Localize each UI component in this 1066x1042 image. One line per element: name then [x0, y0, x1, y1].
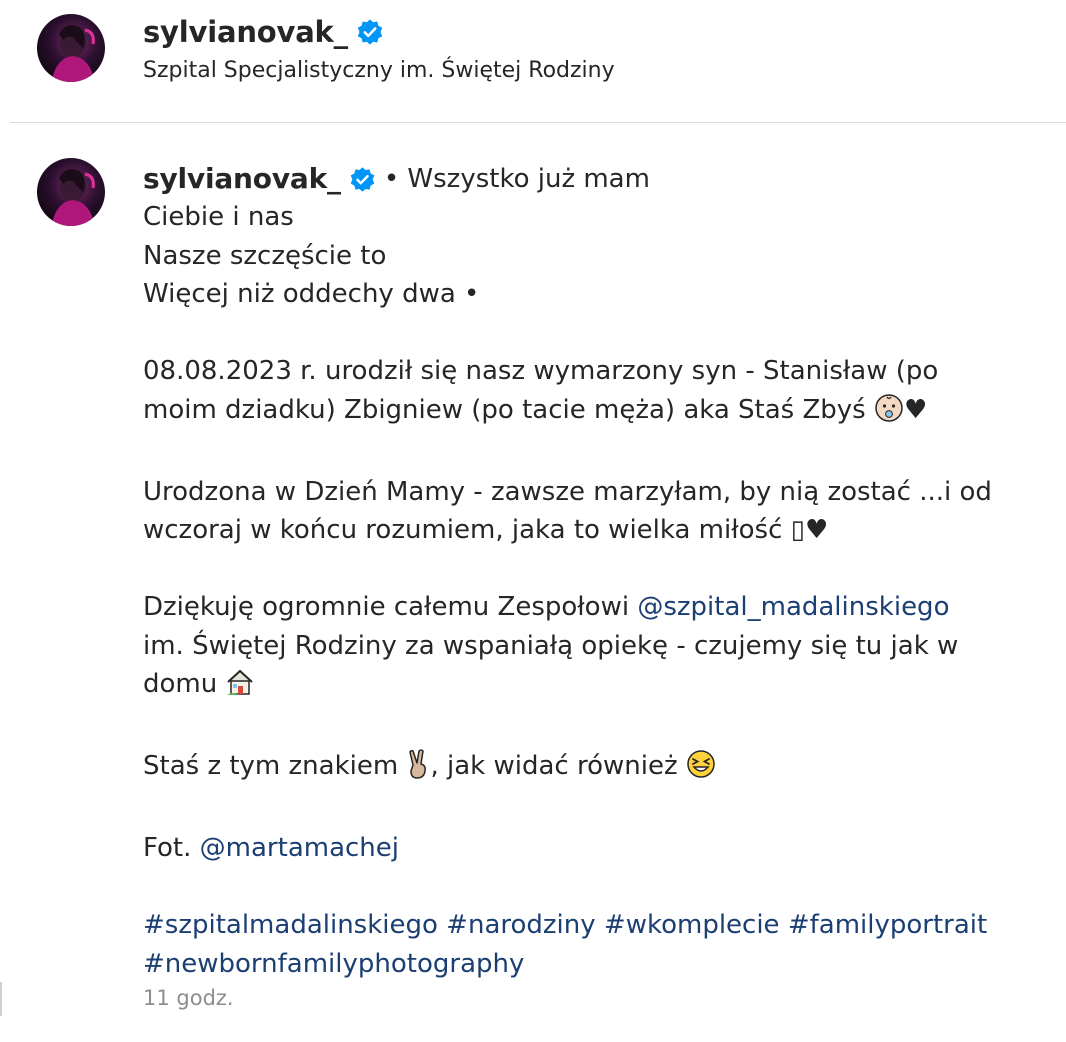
caption-text: sylvianovak_ • Wszystko już mam Ciebie i… — [143, 160, 1033, 983]
header-username[interactable]: sylvianovak_ — [143, 15, 348, 49]
caption-first-line: sylvianovak_ • Wszystko już mam — [143, 160, 1033, 198]
caption-text-segment: Staś z tym znakiem — [143, 751, 399, 781]
scroll-edge — [0, 982, 2, 1016]
caption-text-segment: , jak widać również — [430, 751, 678, 781]
post-header: sylvianovak_ Szpital Specjalistyczny im.… — [0, 0, 1066, 122]
caption-line-wrap: Fot. @martamachej — [143, 829, 1033, 868]
caption-line: im. Świętej Rodziny za wspaniałą opiekę … — [143, 630, 959, 661]
verified-badge-icon — [356, 18, 384, 46]
caption-line: Nasze szczęście to — [143, 240, 387, 271]
grinning-squinting-emoji-icon — [686, 749, 716, 791]
baby-emoji-icon — [874, 393, 904, 435]
timestamp[interactable]: 11 godz. — [143, 986, 234, 1010]
house-emoji-icon — [225, 667, 255, 709]
mention-link-martamachej[interactable]: @martamachej — [200, 833, 399, 863]
location-link[interactable]: Szpital Specjalistyczny im. Świętej Rodz… — [143, 58, 615, 83]
caption-line-wrap: Staś z tym znakiem , jak widać również — [143, 747, 1033, 791]
mention-link-szpital[interactable]: @szpital_madalinskiego — [637, 592, 949, 622]
caption-text-segment: domu — [143, 669, 218, 699]
caption-line: Urodzona w Dzień Mamy - zawsze marzyłam,… — [143, 476, 992, 507]
caption-text-segment: Fot. — [143, 833, 200, 863]
caption-line-wrap: Dziękuję ogromnie całemu Zespołowi @szpi… — [143, 588, 1033, 627]
divider — [10, 122, 1066, 123]
header-username-row: sylvianovak_ — [143, 12, 384, 52]
verified-badge-icon — [349, 166, 376, 193]
avatar[interactable] — [37, 158, 105, 226]
comment-username[interactable]: sylvianovak_ — [143, 160, 341, 199]
caption-line: 08.08.2023 r. urodził się nasz wymarzony… — [143, 356, 939, 386]
avatar[interactable] — [37, 14, 105, 82]
caption-line: Ciebie i nas — [143, 202, 294, 232]
hashtags-line[interactable]: #newbornfamilyphotography — [143, 945, 1033, 984]
victory-hand-emoji-icon — [406, 749, 430, 791]
caption-text-segment: Dziękuję ogromnie całemu Zespołowi — [143, 592, 638, 622]
heart-text: ♥ — [904, 394, 928, 425]
caption-line: Więcej niż oddechy dwa • — [143, 279, 480, 309]
caption-line-wrap: moim dziadku) Zbigniew (po tacie męża) a… — [143, 391, 1033, 435]
caption-line: wczoraj w końcu rozumiem, jaka to wielka… — [143, 515, 829, 545]
caption-text-segment: moim dziadku) Zbigniew (po tacie męża) a… — [143, 394, 866, 425]
caption-line: • Wszystko już mam — [383, 163, 650, 194]
caption-line-wrap: domu — [143, 665, 1033, 709]
hashtags-line[interactable]: #szpitalmadalinskiego #narodziny #wkompl… — [143, 906, 1033, 945]
